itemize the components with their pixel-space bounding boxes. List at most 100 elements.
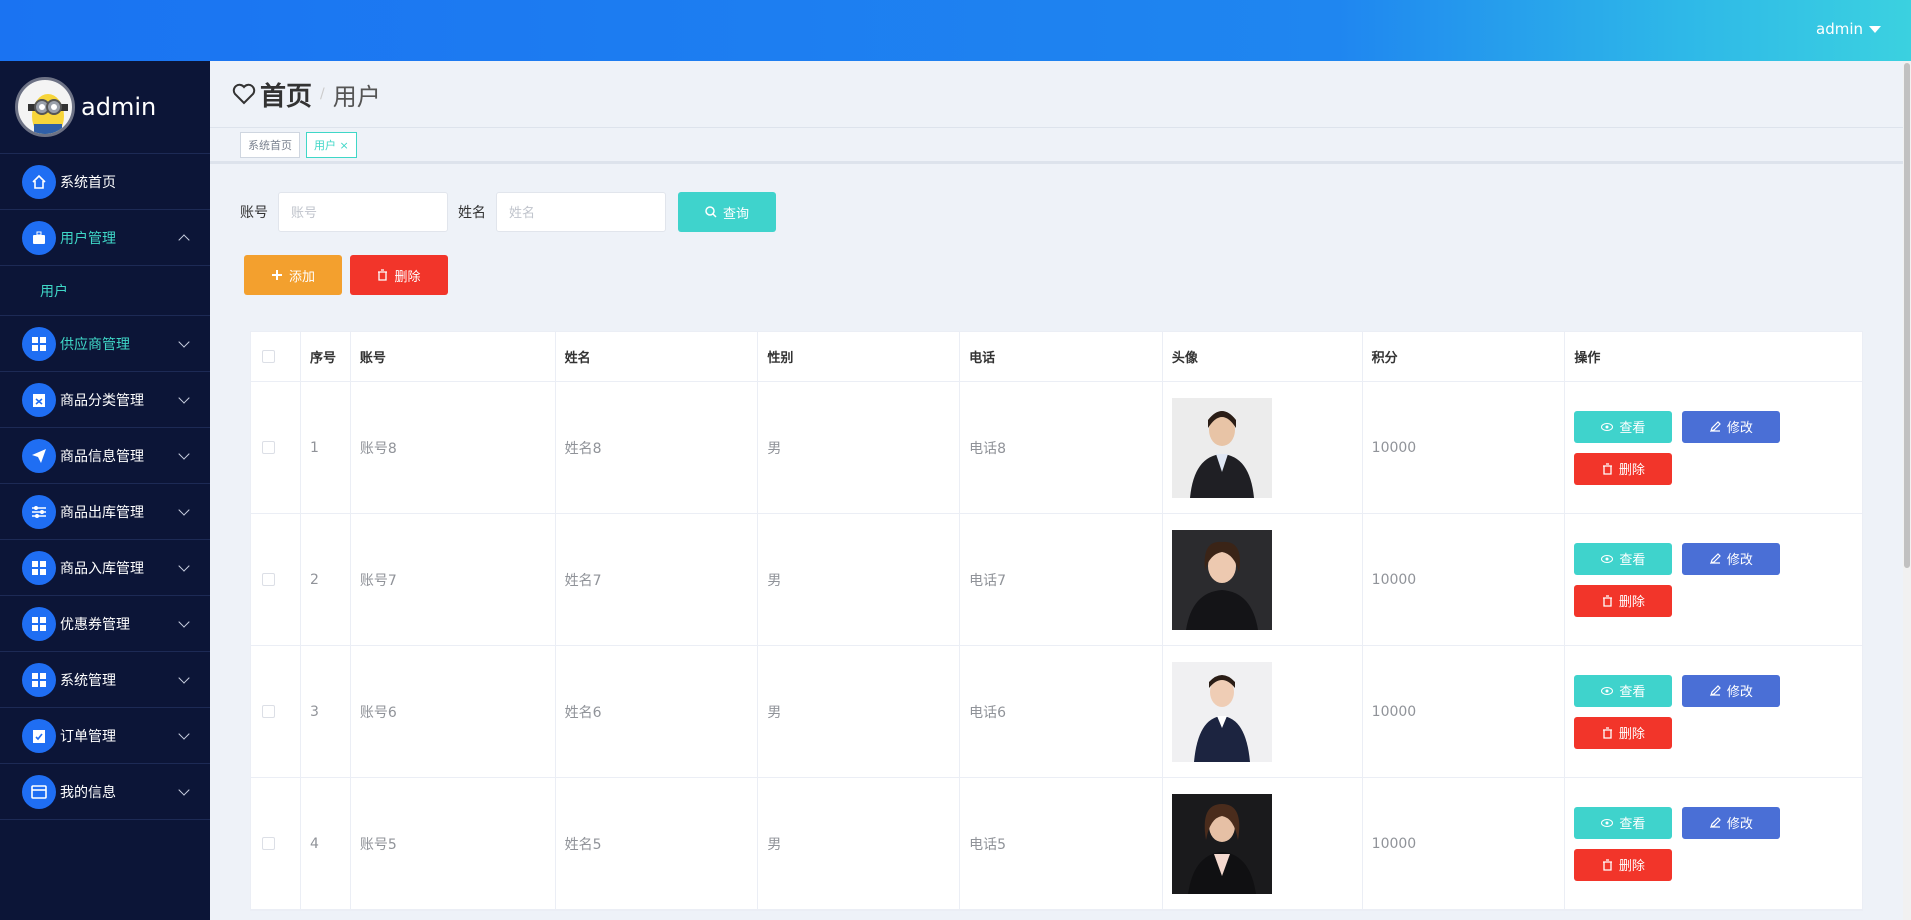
sidebar-item-label: 商品分类管理 [60, 392, 144, 409]
delete-button[interactable]: 删除 [1574, 848, 1673, 881]
add-button[interactable]: 添加 [244, 255, 342, 295]
edit-button[interactable]: 修改 [1682, 806, 1781, 839]
cell-account: 账号6 [351, 646, 556, 777]
sidebar-item-home[interactable]: 系统首页 [0, 154, 210, 210]
close-icon[interactable]: × [340, 139, 349, 152]
view-button[interactable]: 查看 [1574, 674, 1673, 707]
scrollbar-thumb[interactable] [1904, 63, 1910, 568]
cell-name: 姓名7 [556, 514, 759, 645]
edit-button[interactable]: 修改 [1682, 410, 1781, 443]
header-account: 账号 [351, 332, 556, 381]
send-icon [22, 438, 56, 473]
avatar [15, 77, 75, 137]
sidebar-item-inbound-management[interactable]: 商品入库管理 [0, 540, 210, 596]
select-all-checkbox[interactable] [262, 350, 275, 363]
header-index: 序号 [301, 332, 351, 381]
row-checkbox[interactable] [262, 837, 275, 850]
view-label: 查看 [1619, 816, 1646, 831]
sidebar-item-category-management[interactable]: 商品分类管理 [0, 372, 210, 428]
trash-icon [1602, 726, 1612, 739]
batch-delete-button[interactable]: 删除 [350, 255, 448, 295]
row-checkbox[interactable] [262, 441, 275, 454]
sidebar-item-supplier-management[interactable]: 供应商管理 [0, 316, 210, 372]
row-select-cell [251, 382, 301, 513]
delete-label: 删除 [1618, 594, 1645, 609]
grid-icon [22, 326, 56, 361]
view-button[interactable]: 查看 [1574, 542, 1673, 575]
delete-button[interactable]: 删除 [1574, 452, 1673, 485]
row-checkbox[interactable] [262, 705, 275, 718]
trash-icon [1602, 462, 1612, 475]
chevron-down-icon [178, 336, 190, 348]
table-row: 3 账号6 姓名6 男 电话6 10000 查看 修改 删除 [251, 646, 1862, 778]
header-points: 积分 [1363, 332, 1566, 381]
page-scrollbar[interactable] [1903, 61, 1911, 920]
edit-button[interactable]: 修改 [1682, 542, 1781, 575]
sidebar-item-label: 优惠券管理 [60, 616, 130, 633]
query-button[interactable]: 查询 [678, 192, 776, 232]
edit-button[interactable]: 修改 [1682, 674, 1781, 707]
view-button[interactable]: 查看 [1574, 806, 1673, 839]
delete-button[interactable]: 删除 [1574, 584, 1673, 617]
plus-icon [271, 270, 282, 280]
cell-points: 10000 [1363, 646, 1566, 777]
header-phone: 电话 [960, 332, 1163, 381]
sidebar-subitem-user[interactable]: 用户 [0, 266, 210, 316]
row-checkbox[interactable] [262, 573, 275, 586]
top-header: admin [0, 0, 1911, 61]
sidebar-item-my-info[interactable]: 我的信息 [0, 764, 210, 820]
sliders-icon [22, 494, 56, 529]
chevron-down-icon [178, 672, 190, 684]
sidebar-item-outbound-management[interactable]: 商品出库管理 [0, 484, 210, 540]
delete-button[interactable]: 删除 [1574, 716, 1673, 749]
cell-account: 账号8 [351, 382, 556, 513]
edit-label: 修改 [1726, 552, 1753, 567]
sidebar-item-product-info-management[interactable]: 商品信息管理 [0, 428, 210, 484]
cell-name: 姓名5 [556, 778, 759, 909]
user-name: admin [1816, 20, 1863, 38]
cell-account: 账号5 [351, 778, 556, 909]
clipboard-icon [22, 382, 56, 417]
cell-gender: 男 [758, 514, 961, 645]
sidebar-item-user-management[interactable]: 用户管理 [0, 210, 210, 266]
user-table: 序号 账号 姓名 性别 电话 头像 积分 操作 1 账号8 姓名8 男 电话8 … [250, 331, 1863, 911]
delete-label: 删除 [1618, 726, 1645, 741]
delete-label: 删除 [1618, 462, 1645, 477]
view-button[interactable]: 查看 [1574, 410, 1673, 443]
grid-icon [22, 606, 56, 641]
cell-actions: 查看 修改 删除 [1565, 514, 1862, 645]
cell-phone: 电话8 [960, 382, 1163, 513]
trash-icon [1602, 594, 1612, 607]
name-input[interactable] [496, 192, 666, 232]
name-label: 姓名 [458, 205, 486, 221]
delete-label: 删除 [1618, 858, 1645, 873]
sidebar-item-order-management[interactable]: 订单管理 [0, 708, 210, 764]
brand-name: admin [81, 93, 157, 121]
sidebar-item-system-management[interactable]: 系统管理 [0, 652, 210, 708]
chevron-down-icon [178, 448, 190, 460]
cell-points: 10000 [1363, 514, 1566, 645]
tag-home[interactable]: 系统首页 [240, 131, 300, 158]
cell-avatar [1163, 646, 1363, 777]
sidebar-item-label: 商品入库管理 [60, 560, 144, 577]
cell-actions: 查看 修改 删除 [1565, 646, 1862, 777]
sidebar-item-label: 用户 [40, 283, 68, 300]
account-label: 账号 [240, 205, 268, 221]
search-icon [705, 206, 717, 218]
header-name: 姓名 [556, 332, 759, 381]
query-label: 查询 [722, 205, 749, 221]
eye-icon [1601, 818, 1614, 827]
edit-icon [1709, 685, 1721, 696]
breadcrumb-home[interactable]: 首页 [260, 76, 312, 113]
table-row: 4 账号5 姓名5 男 电话5 10000 查看 修改 删除 [251, 778, 1862, 910]
user-menu[interactable]: admin [1816, 20, 1881, 38]
cell-gender: 男 [758, 778, 961, 909]
chevron-down-icon [178, 560, 190, 572]
tag-current[interactable]: 用户 × [306, 131, 357, 158]
edit-label: 修改 [1726, 684, 1753, 699]
breadcrumb: 首页 / 用户 [210, 61, 1903, 127]
account-input[interactable] [278, 192, 448, 232]
chevron-down-icon [178, 784, 190, 796]
sidebar-item-coupon-management[interactable]: 优惠券管理 [0, 596, 210, 652]
cell-gender: 男 [758, 382, 961, 513]
